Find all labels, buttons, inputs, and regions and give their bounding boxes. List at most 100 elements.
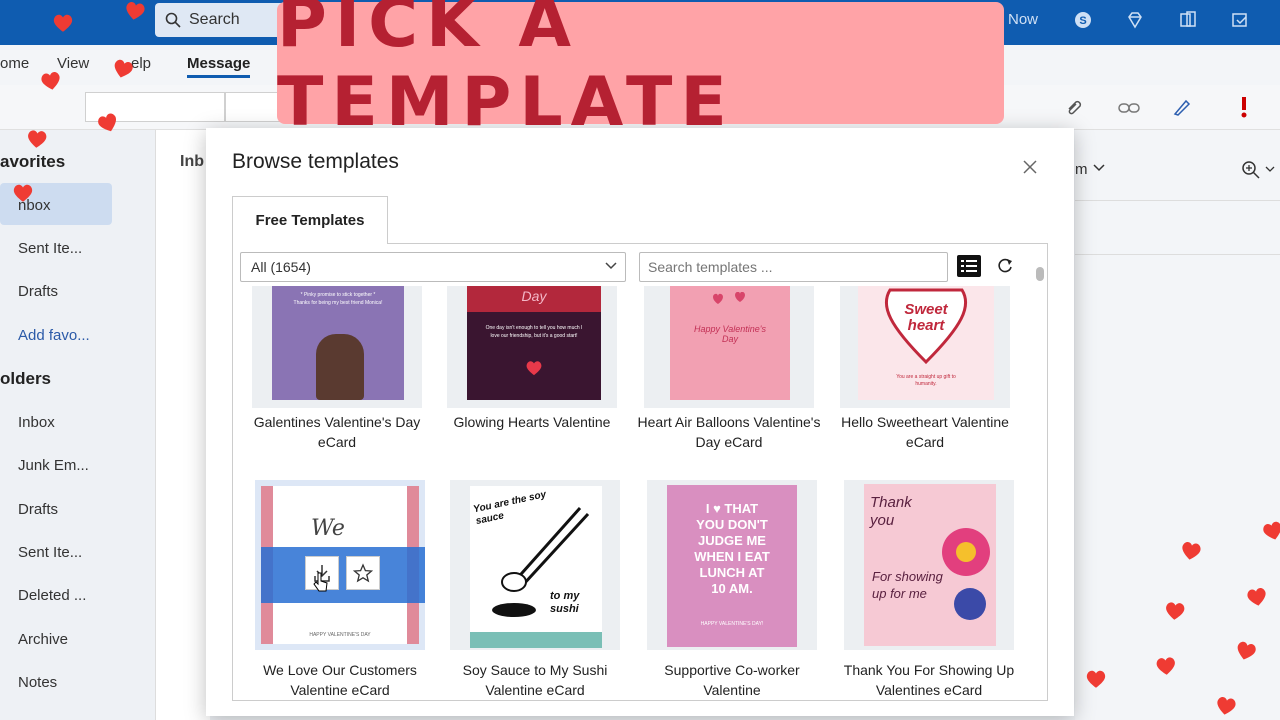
heart-icon — [13, 184, 33, 202]
balloon-hearts-icon — [713, 292, 745, 304]
template-card-soy-sauce-sushi[interactable]: You are the soy sauce to my sushi Soy Sa… — [450, 480, 620, 700]
thumb-text: We — [311, 516, 345, 541]
template-card-supportive-coworker[interactable]: I ♥ THAT YOU DON'T JUDGE ME WHEN I EAT L… — [647, 480, 817, 700]
card-hover-actions-bar — [261, 547, 425, 603]
pick-a-template-banner: PICK A TEMPLATE — [277, 0, 1004, 142]
thumb-text: For showing up for me — [872, 569, 943, 601]
heart-icon — [53, 14, 73, 32]
thumb-text: to my sushi — [550, 590, 580, 615]
favorite-template-button[interactable] — [346, 556, 380, 590]
friends-illustration — [316, 334, 364, 400]
inbox-heading: Inb — [180, 153, 204, 170]
template-title: Soy Sauce to My Sushi Valentine eCard — [462, 662, 608, 698]
star-icon — [353, 563, 373, 583]
template-card-glowing-hearts[interactable]: Day One day isn't enough to tell you how… — [447, 286, 617, 456]
chevron-down-icon[interactable] — [1265, 166, 1275, 173]
reading-pane: m — [1075, 130, 1280, 720]
sidebar-item-drafts[interactable]: Drafts — [18, 501, 58, 518]
attach-icon[interactable] — [1065, 99, 1085, 117]
template-title: Hello Sweetheart Valentine eCard — [841, 414, 1009, 450]
chevron-down-icon — [605, 262, 617, 270]
glowing-hearts-thumbnail: Day One day isn't enough to tell you how… — [467, 286, 601, 400]
heart-icon — [1217, 697, 1236, 715]
browse-templates-dialog: Browse templates Free Templates All (165… — [206, 128, 1074, 716]
sidebar-item-junk[interactable]: Junk Em... — [18, 457, 89, 474]
heart-icon — [1086, 670, 1106, 688]
sidebar-item-favorite-drafts[interactable]: Drafts — [18, 283, 58, 300]
sea-band — [470, 632, 602, 648]
meet-now-button[interactable]: Now — [1008, 11, 1038, 28]
add-favorite-link[interactable]: Add favo... — [18, 327, 90, 344]
heart-icon — [28, 130, 47, 148]
template-title: Heart Air Balloons Valentine's Day eCard — [637, 414, 821, 450]
heart-icon — [1166, 602, 1185, 620]
tab-free-templates[interactable]: Free Templates — [232, 196, 388, 244]
heart-icon — [126, 2, 145, 20]
link-icon[interactable] — [1118, 101, 1140, 115]
thumb-text: Thanks for being my best friend Monica! — [293, 300, 383, 306]
template-title: Galentines Valentine's Day eCard — [253, 414, 421, 450]
dialog-title: Browse templates — [232, 150, 399, 173]
thumb-text: * Pinky promise to stick together * — [300, 292, 376, 298]
my-day-icon[interactable] — [1230, 10, 1250, 30]
premium-diamond-icon[interactable] — [1125, 10, 1145, 30]
template-title: We Love Our Customers Valentine eCard — [263, 662, 417, 698]
thank-you-thumbnail: Thank you For showing up for me — [864, 484, 996, 646]
importance-icon[interactable] — [1238, 95, 1250, 119]
heart-icon — [526, 361, 542, 376]
template-card-hello-sweetheart[interactable]: Sweet heart You are a straight up gift t… — [840, 286, 1010, 456]
folder-pane: avorites nbox Sent Ite... Drafts Add fav… — [0, 130, 145, 720]
template-card-galentines[interactable]: * Pinky promise to stick together * Than… — [252, 286, 422, 456]
signature-icon[interactable] — [1172, 97, 1192, 117]
coworker-thumbnail: I ♥ THAT YOU DON'T JUDGE ME WHEN I EAT L… — [667, 485, 797, 647]
folders-header[interactable]: olders — [0, 369, 51, 389]
tab-view[interactable]: View — [57, 55, 89, 72]
refresh-icon[interactable] — [995, 256, 1015, 276]
office-apps-icon[interactable] — [1178, 10, 1198, 30]
favorites-header[interactable]: avorites — [0, 152, 65, 172]
chevron-down-icon[interactable] — [1093, 164, 1105, 172]
list-view-toggle[interactable] — [957, 255, 981, 277]
sidebar-item-inbox[interactable]: Inbox — [18, 414, 55, 431]
search-label: Search — [189, 11, 240, 28]
heart-icon — [1156, 657, 1175, 675]
thumb-text: HAPPY VALENTINE'S DAY — [309, 632, 371, 638]
thumb-text: Happy Valentine's Day — [694, 324, 766, 344]
template-search-input[interactable] — [639, 252, 948, 282]
soy-sauce-thumbnail: You are the soy sauce to my sushi — [470, 486, 602, 648]
reading-pane-label: m — [1075, 161, 1088, 178]
heart-icon — [41, 72, 60, 90]
thumb-text: Day — [521, 288, 547, 304]
flower-illustration — [942, 528, 990, 620]
sweetheart-thumbnail: Sweet heart You are a straight up gift t… — [858, 286, 994, 400]
thumb-text: Thank you — [870, 494, 912, 529]
svg-text:S: S — [1079, 15, 1086, 27]
template-card-thank-you-showing-up[interactable]: Thank you For showing up for me Thank Yo… — [844, 480, 1014, 700]
category-filter-select[interactable]: All (1654) — [240, 252, 626, 282]
divider — [1075, 254, 1280, 255]
thumb-text: HAPPY VALENTINE'S DAY! — [700, 621, 764, 627]
divider — [1075, 200, 1280, 201]
scrollbar-thumb[interactable] — [1036, 267, 1044, 281]
heart-icon — [1182, 542, 1201, 560]
skype-icon[interactable]: S — [1073, 10, 1093, 30]
template-title: Glowing Hearts Valentine — [453, 414, 611, 430]
template-title: Supportive Co-worker Valentine — [664, 662, 800, 698]
balloons-thumbnail: Happy Valentine's Day — [670, 286, 790, 400]
sidebar-item-sent[interactable]: Sent Ite... — [18, 544, 82, 561]
tab-home[interactable]: ome — [0, 55, 29, 72]
sidebar-item-notes[interactable]: Notes — [18, 674, 57, 691]
sidebar-item-deleted[interactable]: Deleted ... — [18, 587, 86, 604]
heart-icon — [1247, 588, 1266, 606]
sidebar-item-favorite-sent[interactable]: Sent Ite... — [18, 240, 82, 257]
sidebar-item-archive[interactable]: Archive — [18, 631, 68, 648]
close-icon[interactable] — [1021, 158, 1039, 176]
template-title: Thank You For Showing Up Valentines eCard — [843, 662, 1015, 698]
zoom-icon[interactable] — [1241, 160, 1261, 180]
category-filter-value: All (1654) — [251, 259, 311, 275]
thumb-text: One day isn't enough to tell you how muc… — [485, 325, 583, 339]
tab-message[interactable]: Message — [187, 55, 251, 78]
mouse-cursor-icon — [313, 572, 328, 592]
font-size-field[interactable] — [225, 92, 280, 122]
template-card-heart-air-balloons[interactable]: Happy Valentine's Day Heart Air Balloons… — [638, 286, 820, 456]
